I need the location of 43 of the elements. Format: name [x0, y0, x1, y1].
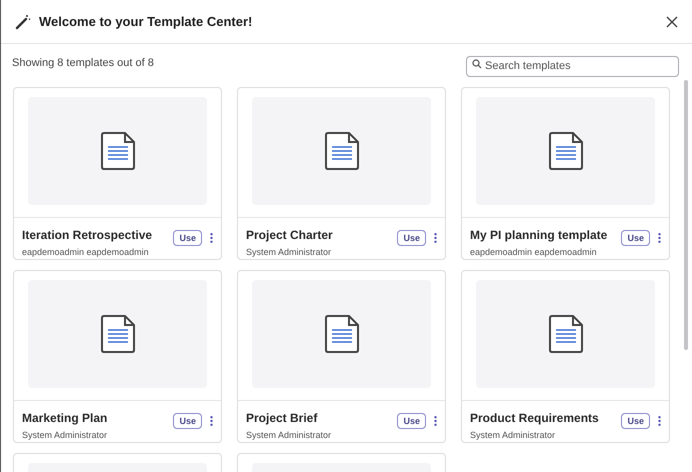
template-card[interactable]: Product Requirements System Administrator Use — [461, 270, 670, 443]
results-summary: Showing 8 templates out of 8 — [12, 56, 154, 72]
template-card[interactable]: My PI planning template eapdemoadmin eapdemoadmin Use — [461, 87, 670, 260]
document-icon — [548, 314, 584, 354]
magic-wand-icon — [15, 14, 31, 30]
more-options-icon[interactable] — [434, 232, 437, 242]
document-icon — [324, 130, 360, 171]
template-card[interactable]: Marketing Plan System Administrator Use — [13, 270, 222, 443]
dialog-title: Welcome to your Template Center! — [39, 12, 252, 31]
use-button[interactable]: Use — [397, 412, 426, 428]
more-options-icon[interactable] — [434, 416, 437, 426]
document-icon — [324, 314, 360, 354]
template-author: System Administrator — [246, 246, 332, 259]
template-author: System Administrator — [22, 428, 108, 442]
more-options-icon[interactable] — [210, 232, 213, 242]
close-icon[interactable] — [666, 16, 678, 28]
use-button[interactable]: Use — [621, 412, 650, 428]
template-card[interactable]: Project Brief System Administrator Use — [237, 270, 446, 443]
template-name: Iteration Retrospective — [22, 226, 154, 242]
template-name: Project Charter — [246, 226, 334, 242]
document-icon — [100, 314, 136, 354]
use-button[interactable]: Use — [173, 230, 202, 246]
template-author: System Administrator — [470, 428, 556, 442]
use-button[interactable]: Use — [173, 412, 202, 428]
more-options-icon[interactable] — [658, 416, 661, 426]
template-name: My PI planning template — [470, 226, 608, 242]
more-options-icon[interactable] — [210, 416, 213, 426]
template-name: Marketing Plan — [22, 410, 108, 426]
use-button[interactable]: Use — [621, 230, 650, 246]
template-name: Project Brief — [246, 410, 318, 426]
template-name: Product Requirements — [470, 410, 600, 426]
template-card[interactable]: Project Charter System Administrator Use — [237, 87, 446, 260]
document-icon — [548, 130, 584, 171]
search-icon — [472, 59, 482, 69]
use-button[interactable]: Use — [397, 230, 426, 246]
search-field[interactable]: Search templates — [466, 56, 679, 76]
template-author: System Administrator — [246, 428, 332, 442]
scrollbar[interactable] — [684, 80, 688, 350]
template-card[interactable]: Iteration Retrospective eapdemoadmin eapdemoadmin Use — [13, 87, 222, 260]
template-author: eapdemoadmin eapdemoadmin — [22, 246, 150, 259]
more-options-icon[interactable] — [658, 232, 661, 242]
document-icon — [100, 130, 136, 171]
template-author: eapdemoadmin eapdemoadmin — [470, 246, 598, 259]
